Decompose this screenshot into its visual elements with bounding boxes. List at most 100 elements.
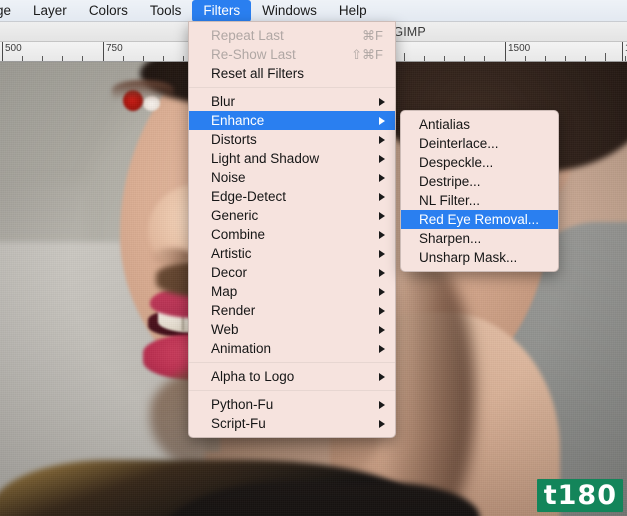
ruler-tick xyxy=(163,56,164,61)
menubar-item-colors[interactable]: Colors xyxy=(78,0,139,22)
menu-item-shortcut: ⌘F xyxy=(362,27,383,43)
menu-item-reset-all-filters[interactable]: Reset all Filters xyxy=(189,64,395,83)
menu-item-label: Decor xyxy=(211,265,248,280)
menu-item-label: Web xyxy=(211,322,239,337)
chevron-right-icon xyxy=(379,173,385,182)
menu-item-repeat-last: Repeat Last ⌘F xyxy=(189,26,395,45)
menu-item-label: Script-Fu xyxy=(211,416,266,431)
menubar-item-windows[interactable]: Windows xyxy=(251,0,328,22)
ruler-tick xyxy=(484,56,485,61)
menu-separator xyxy=(189,87,395,88)
ruler-tick xyxy=(22,56,23,61)
menu-item-label: Artistic xyxy=(211,246,252,261)
menu-item-enhance[interactable]: Enhance xyxy=(189,111,395,130)
ruler-label: 1500 xyxy=(508,43,531,54)
menu-item-label: Despeckle... xyxy=(419,155,494,170)
menu-item-blur[interactable]: Blur xyxy=(189,92,395,111)
menu-item-map[interactable]: Map xyxy=(189,282,395,301)
menu-item-label: Repeat Last xyxy=(211,28,284,43)
ruler-tick xyxy=(123,56,124,61)
ruler-tick xyxy=(42,56,43,61)
ruler-major-tick xyxy=(505,42,506,61)
menubar-item-tools[interactable]: Tools xyxy=(139,0,193,22)
menu-item-label: Generic xyxy=(211,208,259,223)
menu-item-label: Destripe... xyxy=(419,174,481,189)
ruler-tick xyxy=(143,56,144,61)
chevron-right-icon xyxy=(379,344,385,353)
ruler-tick xyxy=(565,56,566,61)
chevron-right-icon xyxy=(379,192,385,201)
menu-item-label: Combine xyxy=(211,227,266,242)
enhance-submenu[interactable]: Antialias Deinterlace... Despeckle... Destr… xyxy=(400,110,559,272)
menu-item-unsharp-mask[interactable]: Unsharp Mask... xyxy=(401,248,558,267)
chevron-right-icon xyxy=(379,154,385,163)
menu-item-destripe[interactable]: Destripe... xyxy=(401,172,558,191)
menu-item-nl-filter[interactable]: NL Filter... xyxy=(401,191,558,210)
menu-item-label: NL Filter... xyxy=(419,193,481,208)
menu-item-label: Distorts xyxy=(211,132,257,147)
menu-item-distorts[interactable]: Distorts xyxy=(189,130,395,149)
menu-item-edge-detect[interactable]: Edge-Detect xyxy=(189,187,395,206)
menu-item-script-fu[interactable]: Script-Fu xyxy=(189,414,395,433)
chevron-right-icon xyxy=(379,211,385,220)
menu-bar: geLayerColorsToolsFiltersWindowsHelp xyxy=(0,0,627,22)
menu-separator xyxy=(189,390,395,391)
ruler-label: 500 xyxy=(5,43,22,54)
menu-item-label: Antialias xyxy=(419,117,471,132)
menu-item-label: Alpha to Logo xyxy=(211,369,295,384)
ruler-tick xyxy=(525,56,526,61)
chevron-right-icon xyxy=(379,249,385,258)
ruler-tick xyxy=(625,56,626,61)
menubar-item-filters[interactable]: Filters xyxy=(192,0,252,22)
menu-item-python-fu[interactable]: Python-Fu xyxy=(189,395,395,414)
filters-dropdown-menu[interactable]: Repeat Last ⌘F Re-Show Last ⇧⌘F Reset all Fi… xyxy=(188,21,396,438)
menu-separator xyxy=(189,362,395,363)
ruler-tick xyxy=(62,56,63,61)
menu-item-label: Reset all Filters xyxy=(211,66,305,81)
menu-item-red-eye-removal[interactable]: Red Eye Removal... xyxy=(401,210,558,229)
ruler-major-tick xyxy=(622,42,623,61)
chevron-right-icon xyxy=(379,287,385,296)
menubar-item-help[interactable]: Help xyxy=(328,0,378,22)
menu-item-label: Sharpen... xyxy=(419,231,482,246)
menu-item-label: Noise xyxy=(211,170,246,185)
menu-item-artistic[interactable]: Artistic xyxy=(189,244,395,263)
menu-item-noise[interactable]: Noise xyxy=(189,168,395,187)
menubar-item-layer[interactable]: Layer xyxy=(22,0,78,22)
ruler-tick xyxy=(545,56,546,61)
ruler-tick xyxy=(444,56,445,61)
chevron-right-icon xyxy=(379,325,385,334)
ruler-tick xyxy=(424,56,425,61)
menu-item-label: Red Eye Removal... xyxy=(419,212,540,227)
menu-item-render[interactable]: Render xyxy=(189,301,395,320)
menu-item-label: Re-Show Last xyxy=(211,47,296,62)
menu-item-deinterlace[interactable]: Deinterlace... xyxy=(401,134,558,153)
menu-item-shortcut: ⇧⌘F xyxy=(351,46,383,62)
watermark-badge: t180 xyxy=(536,479,623,512)
menu-item-label: Blur xyxy=(211,94,236,109)
menu-item-light-and-shadow[interactable]: Light and Shadow xyxy=(189,149,395,168)
chevron-right-icon xyxy=(379,419,385,428)
menu-item-combine[interactable]: Combine xyxy=(189,225,395,244)
menu-item-generic[interactable]: Generic xyxy=(189,206,395,225)
menu-item-animation[interactable]: Animation xyxy=(189,339,395,358)
menu-item-label: Python-Fu xyxy=(211,397,274,412)
menu-item-label: Enhance xyxy=(211,113,265,128)
menu-item-alpha-to-logo[interactable]: Alpha to Logo xyxy=(189,367,395,386)
ruler-tick xyxy=(464,56,465,61)
chevron-right-icon xyxy=(379,400,385,409)
menubar-item-ge[interactable]: ge xyxy=(0,0,22,22)
ruler-major-tick xyxy=(2,42,3,61)
menu-item-despeckle[interactable]: Despeckle... xyxy=(401,153,558,172)
menu-item-label: Light and Shadow xyxy=(211,151,320,166)
chevron-right-icon xyxy=(379,116,385,125)
gimp-window: geLayerColorsToolsFiltersWindowsHelp *[I… xyxy=(0,0,627,516)
menu-item-web[interactable]: Web xyxy=(189,320,395,339)
menu-item-antialias[interactable]: Antialias xyxy=(401,115,558,134)
watermark-text: t180 xyxy=(543,480,617,511)
chevron-right-icon xyxy=(379,268,385,277)
menu-item-decor[interactable]: Decor xyxy=(189,263,395,282)
ruler-tick xyxy=(585,56,586,61)
chevron-right-icon xyxy=(379,306,385,315)
menu-item-sharpen[interactable]: Sharpen... xyxy=(401,229,558,248)
